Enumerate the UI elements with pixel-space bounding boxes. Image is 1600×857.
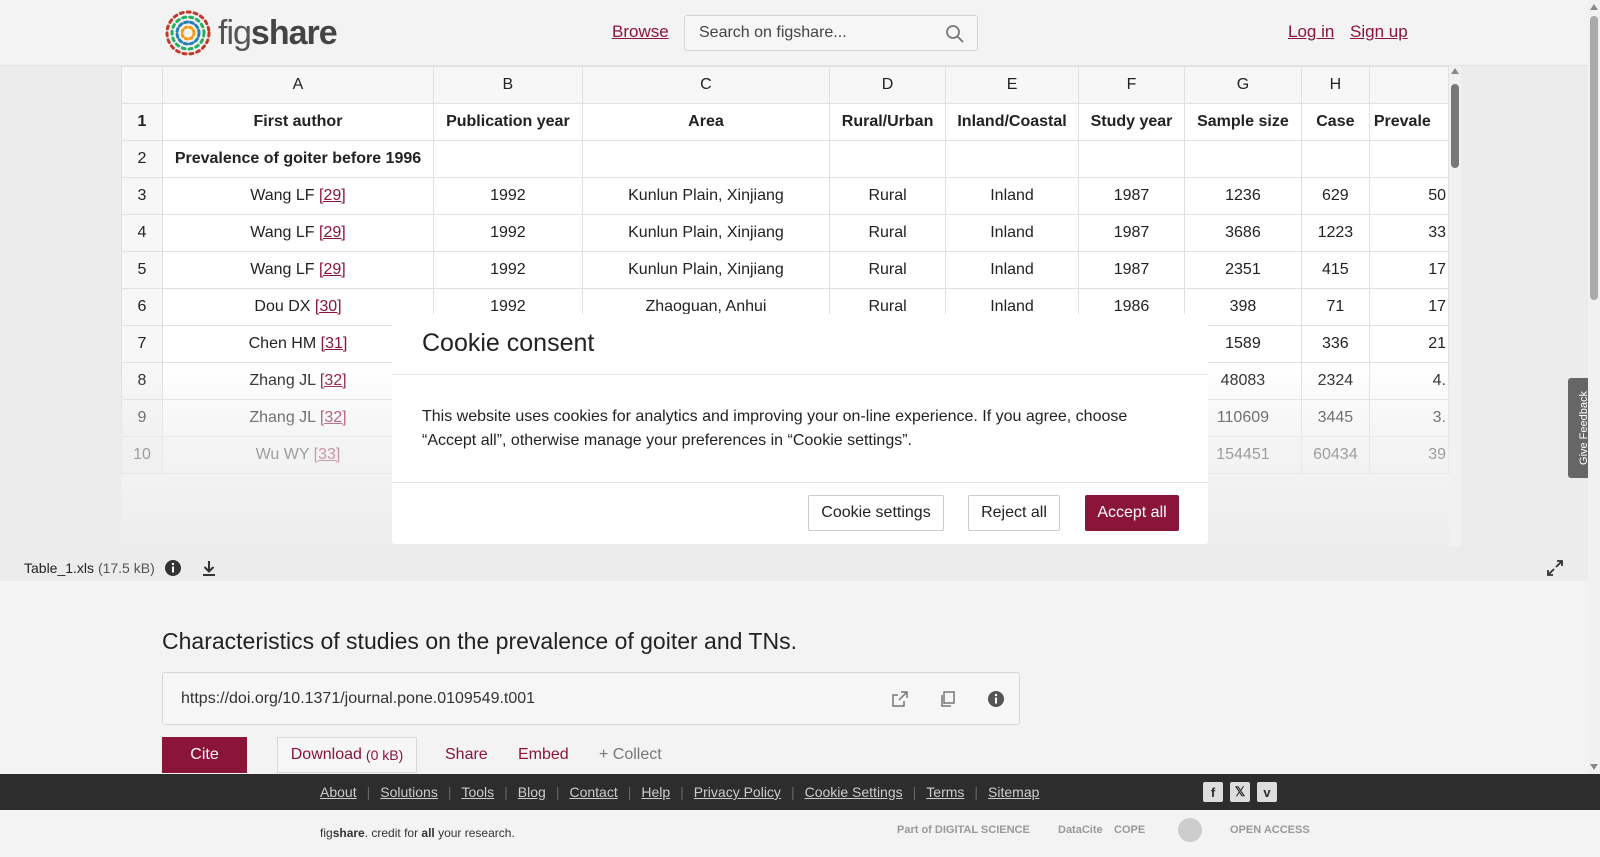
accept-all-button[interactable]: Accept all [1085,495,1179,531]
cookie-dialog-title: Cookie consent [422,329,595,357]
cookie-dialog-text: This website uses cookies for analytics … [422,408,1128,449]
modal-backdrop: Cookie consent This website uses cookies… [0,0,1600,857]
reject-all-button[interactable]: Reject all [968,495,1060,531]
cookie-settings-button[interactable]: Cookie settings [808,495,944,531]
cookie-consent-dialog: Cookie consent This website uses cookies… [392,314,1208,544]
